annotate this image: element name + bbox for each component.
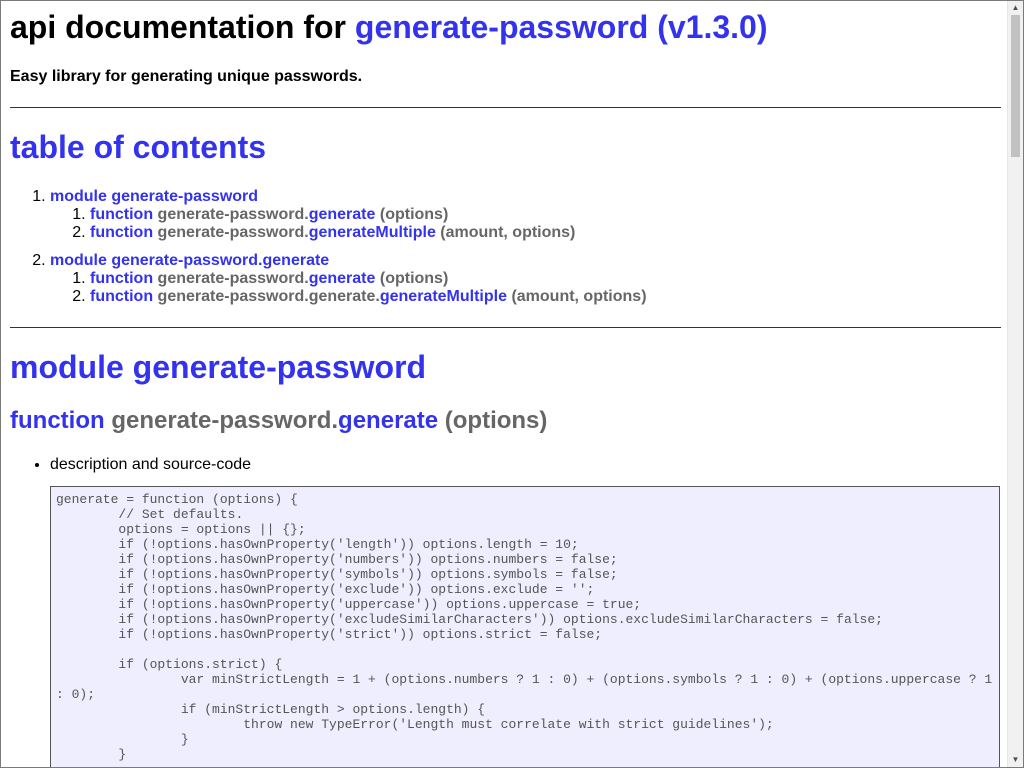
toc-list: module generate-password function genera… [10,188,1000,316]
toc-function-list: function generate-password.generate (opt… [50,206,1000,242]
fn-args: (amount, options) [440,224,576,241]
fn-name: generate [308,206,376,223]
module-heading[interactable]: module generate-password [10,349,426,386]
fn-name: generate [308,270,376,287]
toc-function-item[interactable]: function generate-password.generateMulti… [90,224,1000,242]
toc-function-item[interactable]: function generate-password.generate (opt… [90,270,1000,288]
source-code-block: generate = function (options) { // Set d… [50,486,1000,767]
toc-module-link[interactable]: module generate-password.generate [50,252,329,269]
fn-keyword: function [90,270,154,287]
page-title-prefix: api documentation for [10,9,346,45]
toc-module-item: module generate-password function genera… [50,188,1000,242]
fn-keyword: function [90,224,154,241]
fn-name: generateMultiple [379,288,507,305]
toc-function-item[interactable]: function generate-password.generate.gene… [90,288,1000,306]
divider [10,107,1001,108]
description-list: description and source-code [10,455,251,474]
fn-path: generate-password. [157,270,309,287]
scroll-up-arrow-icon[interactable]: ▲ [1008,1,1023,15]
fn-name: generate [338,407,439,434]
fn-path: generate-password.generate. [157,288,380,305]
toc-module-link[interactable]: module generate-password [50,188,258,205]
fn-args: (amount, options) [511,288,647,305]
vertical-scrollbar[interactable]: ▲ ▼ [1007,1,1023,767]
function-heading[interactable]: function generate-password.generate (opt… [10,407,547,435]
package-description: Easy library for generating unique passw… [10,68,363,85]
fn-path: generate-password. [111,407,339,434]
toc-heading[interactable]: table of contents [10,129,266,166]
divider [10,327,1001,328]
package-link[interactable]: generate-password (v1.3.0) [355,9,768,45]
fn-args: (options) [379,206,449,223]
fn-path: generate-password. [157,206,309,223]
browser-viewport: api documentation for generate-password … [0,0,1024,768]
fn-path: generate-password. [157,224,309,241]
fn-args: (options) [444,407,548,434]
scroll-down-arrow-icon[interactable]: ▼ [1008,753,1023,767]
fn-name: generateMultiple [308,224,436,241]
toc-module-item: module generate-password.generate functi… [50,252,1000,306]
description-label: description and source-code [50,455,251,474]
toc-function-list: function generate-password.generate (opt… [50,270,1000,306]
toc-function-item[interactable]: function generate-password.generate (opt… [90,206,1000,224]
fn-keyword: function [90,288,154,305]
fn-args: (options) [379,270,449,287]
fn-keyword: function [10,407,105,434]
fn-keyword: function [90,206,154,223]
scrollbar-thumb[interactable] [1011,15,1020,157]
page-title: api documentation for generate-password … [10,9,767,46]
